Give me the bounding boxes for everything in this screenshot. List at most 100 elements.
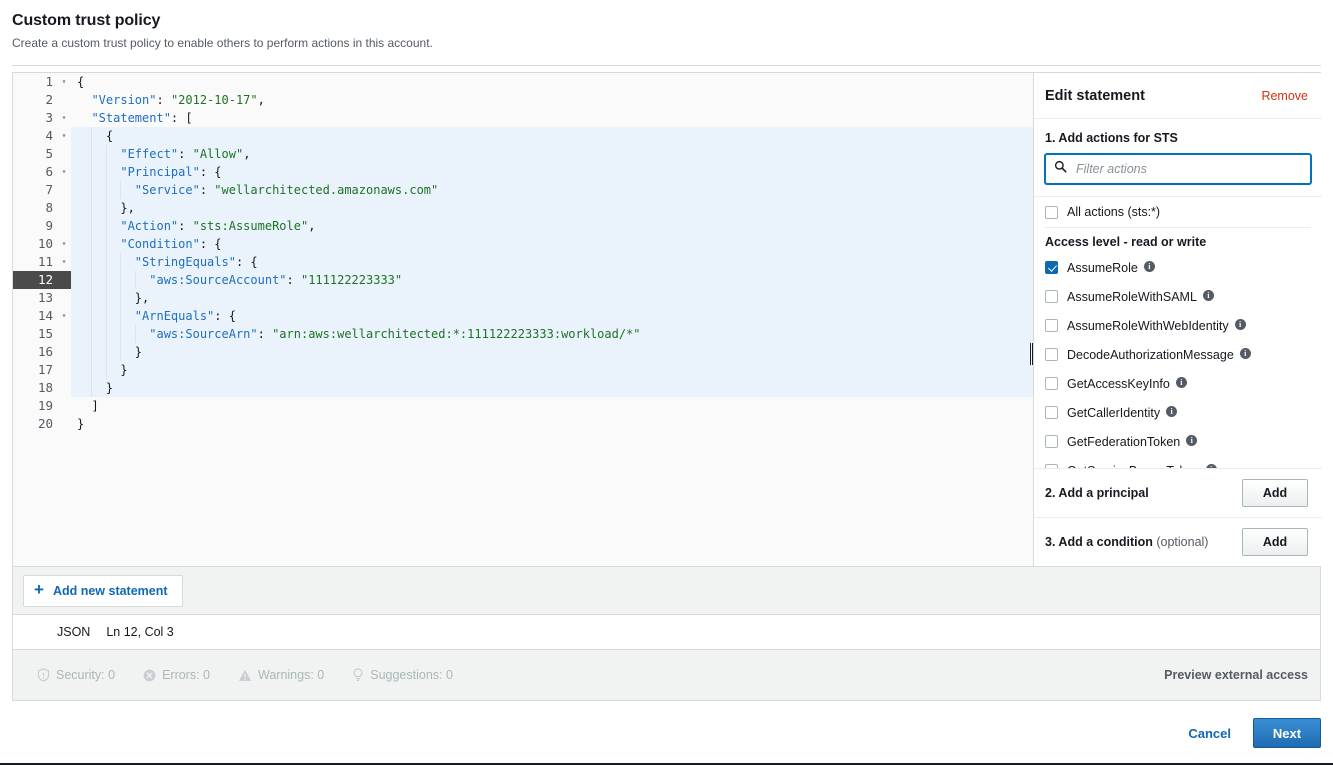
code-text: } <box>71 361 1033 379</box>
fold-spacer <box>57 91 71 109</box>
info-icon[interactable]: i <box>1203 290 1214 301</box>
step-3-label: 3. Add a condition (optional) <box>1045 535 1208 549</box>
code-line[interactable]: 13 }, <box>13 289 1033 307</box>
code-token: , <box>308 219 315 233</box>
fold-toggle-icon[interactable]: ▾ <box>57 127 71 145</box>
fold-toggle-icon[interactable]: ▾ <box>57 109 71 127</box>
info-icon[interactable]: i <box>1186 435 1197 446</box>
action-rows-container: AssumeRoleiAssumeRoleWithSAMLiAssumeRole… <box>1045 253 1311 468</box>
diagnostic-errors[interactable]: Errors: 0 <box>143 668 210 682</box>
checkbox-row-action[interactable]: AssumeRolei <box>1045 253 1311 282</box>
code-text: ] <box>71 397 1033 415</box>
code-line[interactable]: 19 ] <box>13 397 1033 415</box>
code-text: } <box>71 343 1033 361</box>
indent-guide <box>91 163 92 181</box>
code-line[interactable]: 4▾ { <box>13 127 1033 145</box>
json-code-editor[interactable]: 1▾{2 "Version": "2012-10-17",3▾ "Stateme… <box>13 73 1034 566</box>
code-token: "Condition" <box>77 237 200 251</box>
checkbox-row-action[interactable]: DecodeAuthorizationMessagei <box>1045 340 1311 369</box>
page-footer: Cancel Next <box>0 703 1333 765</box>
preview-external-access-link[interactable]: Preview external access <box>1164 668 1308 682</box>
code-line[interactable]: 9 "Action": "sts:AssumeRole", <box>13 217 1033 235</box>
info-icon[interactable]: i <box>1206 464 1217 468</box>
code-line[interactable]: 15 "aws:SourceArn": "arn:aws:wellarchite… <box>13 325 1033 343</box>
info-icon[interactable]: i <box>1240 348 1251 359</box>
diagnostic-suggestions[interactable]: Suggestions: 0 <box>352 668 453 682</box>
code-text: "Action": "sts:AssumeRole", <box>71 217 1033 235</box>
fold-toggle-icon[interactable]: ▾ <box>57 235 71 253</box>
diagnostic-security[interactable]: Security: 0 <box>37 668 115 682</box>
checkbox-all-actions[interactable] <box>1045 206 1058 219</box>
code-text: "Version": "2012-10-17", <box>71 91 1033 109</box>
code-lines-container[interactable]: 1▾{2 "Version": "2012-10-17",3▾ "Stateme… <box>13 73 1033 566</box>
indent-guide <box>91 307 92 325</box>
fold-toggle-icon[interactable]: ▾ <box>57 307 71 325</box>
checkbox-action[interactable] <box>1045 435 1058 448</box>
code-line[interactable]: 18 } <box>13 379 1033 397</box>
checkbox-row-action[interactable]: GetCallerIdentity i <box>1045 398 1311 427</box>
code-line[interactable]: 5 "Effect": "Allow", <box>13 145 1033 163</box>
indent-guide <box>106 325 107 343</box>
fold-toggle-icon[interactable]: ▾ <box>57 253 71 271</box>
fold-toggle-icon[interactable]: ▾ <box>57 163 71 181</box>
code-token: "aws:SourceArn" <box>77 327 258 341</box>
page-subtitle: Create a custom trust policy to enable o… <box>12 36 1321 50</box>
code-text: }, <box>71 289 1033 307</box>
actions-checkbox-list[interactable]: All actions (sts:*) Access level - read … <box>1034 197 1322 468</box>
code-token: : <box>200 183 214 197</box>
checkbox-row-action[interactable]: GetServiceBearerToken i <box>1045 456 1311 468</box>
add-principal-button[interactable]: Add <box>1242 479 1308 507</box>
cancel-button[interactable]: Cancel <box>1178 720 1241 747</box>
filter-actions-input[interactable] <box>1074 161 1302 177</box>
checkbox-row-all-actions[interactable]: All actions (sts:*) <box>1045 197 1311 228</box>
indent-guide <box>106 235 107 253</box>
code-line[interactable]: 7 "Service": "wellarchitected.amazonaws.… <box>13 181 1033 199</box>
remove-statement-link[interactable]: Remove <box>1261 89 1308 103</box>
line-number: 15 <box>13 325 57 343</box>
indent-guide <box>106 145 107 163</box>
add-condition-button[interactable]: Add <box>1242 528 1308 556</box>
info-icon[interactable]: i <box>1176 377 1187 388</box>
checkbox-action[interactable] <box>1045 319 1058 332</box>
checkbox-row-action[interactable]: GetFederationTokeni <box>1045 427 1311 456</box>
code-line[interactable]: 16 } <box>13 343 1033 361</box>
checkbox-action[interactable] <box>1045 464 1058 468</box>
add-new-statement-button[interactable]: + Add new statement <box>23 575 183 607</box>
next-button[interactable]: Next <box>1253 718 1321 748</box>
checkbox-label-action: GetCallerIdentity <box>1067 406 1160 420</box>
info-icon[interactable]: i <box>1235 319 1246 330</box>
code-line[interactable]: 14▾ "ArnEquals": { <box>13 307 1033 325</box>
fold-spacer <box>57 289 71 307</box>
info-icon[interactable]: i <box>1144 261 1155 272</box>
indent-guide <box>91 325 92 343</box>
filter-actions-box[interactable] <box>1045 154 1311 184</box>
code-text: { <box>71 127 1033 145</box>
line-number: 11 <box>13 253 57 271</box>
code-line[interactable]: 17 } <box>13 361 1033 379</box>
checkbox-action[interactable] <box>1045 290 1058 303</box>
code-line[interactable]: 20} <box>13 415 1033 433</box>
checkbox-action[interactable] <box>1045 348 1058 361</box>
code-token: "arn:aws:wellarchitected:*:111122223333:… <box>272 327 640 341</box>
code-token: "StringEquals" <box>77 255 236 269</box>
info-icon[interactable]: i <box>1166 406 1177 417</box>
code-line[interactable]: 12 "aws:SourceAccount": "111122223333" <box>13 271 1033 289</box>
checkbox-row-action[interactable]: AssumeRoleWithSAMLi <box>1045 282 1311 311</box>
diagnostic-warnings[interactable]: Warnings: 0 <box>238 668 324 682</box>
line-number: 2 <box>13 91 57 109</box>
code-line[interactable]: 1▾{ <box>13 73 1033 91</box>
code-line[interactable]: 6▾ "Principal": { <box>13 163 1033 181</box>
fold-toggle-icon[interactable]: ▾ <box>57 73 71 91</box>
code-line[interactable]: 3▾ "Statement": [ <box>13 109 1033 127</box>
checkbox-label-action: GetServiceBearerToken <box>1067 464 1200 469</box>
code-line[interactable]: 8 }, <box>13 199 1033 217</box>
code-line[interactable]: 2 "Version": "2012-10-17", <box>13 91 1033 109</box>
checkbox-row-action[interactable]: AssumeRoleWithWebIdentityi <box>1045 311 1311 340</box>
checkbox-action[interactable] <box>1045 406 1058 419</box>
code-line[interactable]: 10▾ "Condition": { <box>13 235 1033 253</box>
checkbox-row-action[interactable]: GetAccessKeyInfoi <box>1045 369 1311 398</box>
code-line[interactable]: 11▾ "StringEquals": { <box>13 253 1033 271</box>
checkbox-action[interactable] <box>1045 261 1058 274</box>
checkbox-action[interactable] <box>1045 377 1058 390</box>
line-number: 6 <box>13 163 57 181</box>
